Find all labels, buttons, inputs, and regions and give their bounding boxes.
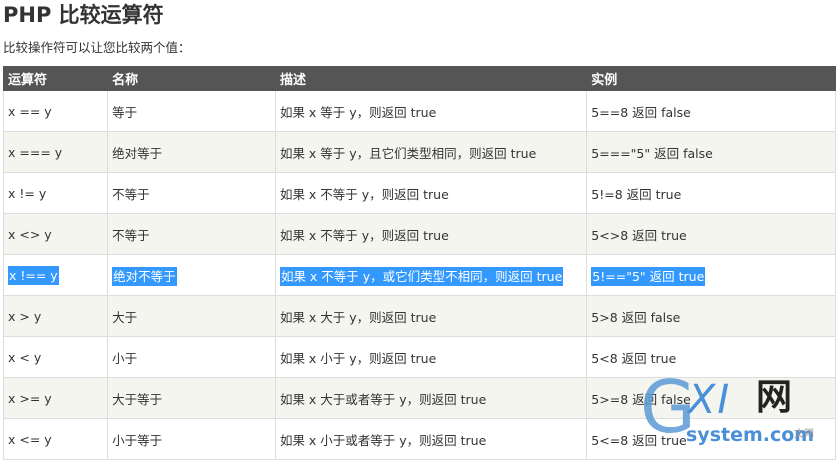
cell-description-text: 如果 x 小于 y，则返回 true <box>279 350 437 366</box>
cell-example-text: 5==="5" 返回 false <box>591 145 713 161</box>
cell-description: 如果 x 不等于 y，或它们类型不相同，则返回 true <box>274 254 588 296</box>
cell-example: 5!=8 返回 true <box>586 172 836 214</box>
cell-example: 5>=8 返回 false <box>586 377 836 419</box>
cell-name: 小于等于 <box>107 418 276 460</box>
cell-name-text: 绝对不等于 <box>112 266 177 286</box>
cell-description-text: 如果 x 等于 y，且它们类型相同，则返回 true <box>279 145 537 161</box>
comparison-operators-table: 运算符 名称 描述 实例 x == y 等于 如果 x 等于 y，则返回 true 5… <box>2 66 836 460</box>
page-title: PHP 比较运算符 <box>3 3 164 27</box>
header-operator: 运算符 <box>2 66 109 91</box>
table-row: x <> y 不等于 如果 x 不等于 y，则返回 true 5<>8 返回 true <box>2 213 836 255</box>
cell-operator-text: x > y <box>8 308 42 324</box>
cell-operator: x >= y <box>2 377 109 419</box>
cell-example-text: 5<=8 返回 true <box>591 432 687 448</box>
cell-name: 不等于 <box>107 213 276 255</box>
cell-example: 5!=="5" 返回 true <box>586 254 836 296</box>
cell-name: 小于 <box>107 336 276 378</box>
cell-description-text: 如果 x 小于或者等于 y，则返回 true <box>279 432 487 448</box>
cell-example-text: 5<8 返回 true <box>591 350 677 366</box>
cell-description-text: 如果 x 大于或者等于 y，则返回 true <box>279 391 487 407</box>
cell-operator: x < y <box>2 336 109 378</box>
table-row: x !== y 绝对不等于 如果 x 不等于 y，或它们类型不相同，则返回 true… <box>2 254 836 296</box>
cell-name-text: 绝对等于 <box>112 145 163 161</box>
cell-name-text: 大于等于 <box>112 391 163 407</box>
cell-operator: x <= y <box>2 418 109 460</box>
cell-example-text: 5!=8 返回 true <box>591 186 682 202</box>
table-row: x >= y 大于等于 如果 x 大于或者等于 y，则返回 true 5>=8 返回 … <box>2 377 836 419</box>
cell-operator-text: x != y <box>8 185 47 201</box>
cell-name: 大于等于 <box>107 377 276 419</box>
cell-example-text: 5!=="5" 返回 true <box>591 266 706 286</box>
cell-name-text: 不等于 <box>112 186 150 202</box>
cell-name: 大于 <box>107 295 276 337</box>
cell-description: 如果 x 不等于 y，则返回 true <box>274 172 588 214</box>
cell-description-text: 如果 x 等于 y，则返回 true <box>279 104 437 120</box>
cell-name: 不等于 <box>107 172 276 214</box>
cell-operator-text: x !== y <box>8 265 59 285</box>
cell-example-text: 5>=8 返回 false <box>591 391 691 407</box>
cell-example: 5==="5" 返回 false <box>586 131 836 173</box>
cell-operator-text: x === y <box>8 144 63 160</box>
cell-name: 绝对等于 <box>107 131 276 173</box>
cell-example: 5<>8 返回 true <box>586 213 836 255</box>
header-name: 名称 <box>107 66 276 91</box>
cell-name-text: 大于 <box>112 309 138 325</box>
table-row: x < y 小于 如果 x 小于 y，则返回 true 5<8 返回 true <box>2 336 836 378</box>
table-row: x > y 大于 如果 x 大于 y，则返回 true 5>8 返回 false <box>2 295 836 337</box>
cell-example: 5>8 返回 false <box>586 295 836 337</box>
cell-example-text: 5>8 返回 false <box>591 309 681 325</box>
cell-operator-text: x >= y <box>8 390 52 406</box>
cell-description: 如果 x 大于或者等于 y，则返回 true <box>274 377 588 419</box>
table-header-row: 运算符 名称 描述 实例 <box>2 66 836 91</box>
cell-description-text: 如果 x 不等于 y，则返回 true <box>279 227 449 243</box>
cell-operator: x !== y <box>2 254 109 296</box>
cell-description: 如果 x 小于 y，则返回 true <box>274 336 588 378</box>
cell-description: 如果 x 大于 y，则返回 true <box>274 295 588 337</box>
cell-description: 如果 x 不等于 y，则返回 true <box>274 213 588 255</box>
cell-operator-text: x <= y <box>8 431 52 447</box>
cell-operator: x === y <box>2 131 109 173</box>
table-body: x == y 等于 如果 x 等于 y，则返回 true 5==8 返回 false x… <box>2 90 836 460</box>
cell-name: 绝对不等于 <box>107 254 276 296</box>
cell-operator: x != y <box>2 172 109 214</box>
intro-text: 比较操作符可以让您比较两个值： <box>3 40 191 55</box>
header-example: 实例 <box>586 66 836 91</box>
cell-name-text: 等于 <box>112 104 138 120</box>
cell-name-text: 不等于 <box>112 227 150 243</box>
cell-description: 如果 x 等于 y，且它们类型相同，则返回 true <box>274 131 588 173</box>
cell-description-text: 如果 x 大于 y，则返回 true <box>279 309 437 325</box>
cell-name: 等于 <box>107 90 276 132</box>
cell-example-text: 5<>8 返回 true <box>591 227 687 243</box>
cell-operator: x <> y <box>2 213 109 255</box>
cell-description-text: 如果 x 不等于 y，或它们类型不相同，则返回 true <box>279 266 564 286</box>
cell-description: 如果 x 小于或者等于 y，则返回 true <box>274 418 588 460</box>
cell-name-text: 小于等于 <box>112 432 163 448</box>
cell-example: 5==8 返回 false <box>586 90 836 132</box>
cell-operator: x > y <box>2 295 109 337</box>
table-row: x === y 绝对等于 如果 x 等于 y，且它们类型相同，则返回 true 5==… <box>2 131 836 173</box>
header-description: 描述 <box>274 66 588 91</box>
table-row: x != y 不等于 如果 x 不等于 y，则返回 true 5!=8 返回 true <box>2 172 836 214</box>
cell-operator-text: x < y <box>8 349 42 365</box>
cell-operator: x == y <box>2 90 109 132</box>
cell-example: 5<=8 返回 true <box>586 418 836 460</box>
table-row: x == y 等于 如果 x 等于 y，则返回 true 5==8 返回 false <box>2 90 836 132</box>
table-row: x <= y 小于等于 如果 x 小于或者等于 y，则返回 true 5<=8 返回 … <box>2 418 836 460</box>
cell-name-text: 小于 <box>112 350 138 366</box>
cell-operator-text: x <> y <box>8 226 52 242</box>
cell-example-text: 5==8 返回 false <box>591 104 691 120</box>
cell-description: 如果 x 等于 y，则返回 true <box>274 90 588 132</box>
cell-example: 5<8 返回 true <box>586 336 836 378</box>
cell-operator-text: x == y <box>8 103 52 119</box>
cell-description-text: 如果 x 不等于 y，则返回 true <box>279 186 449 202</box>
